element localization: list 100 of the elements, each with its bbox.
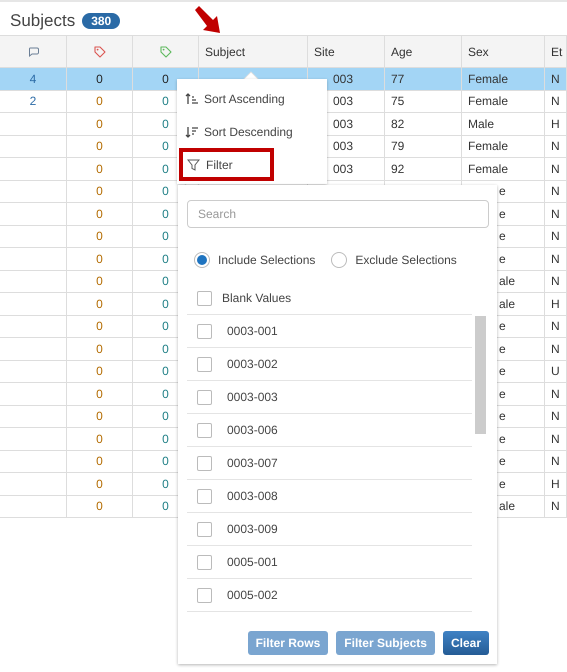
- table-cell: 0: [162, 162, 169, 176]
- table-cell: N: [551, 72, 560, 86]
- table-cell: H: [551, 476, 560, 491]
- table-cell: e: [499, 432, 506, 446]
- table-cell: N: [551, 342, 560, 356]
- column-header[interactable]: Subject: [205, 44, 246, 58]
- table-cell: ale: [499, 499, 516, 514]
- table-cell: 0: [96, 252, 103, 266]
- checkbox[interactable]: [197, 324, 212, 338]
- table-cell: 003: [333, 139, 354, 154]
- table-cell: 92: [391, 162, 404, 176]
- table-cell: 0: [96, 229, 103, 244]
- table-cell: N: [551, 206, 560, 221]
- column-header[interactable]: Sex: [468, 44, 489, 58]
- option-label: 0003-002: [227, 357, 278, 371]
- option-label: 0005-002: [227, 588, 278, 602]
- table-cell: Female: [468, 139, 508, 154]
- scrollbar[interactable]: [475, 316, 486, 434]
- search-field[interactable]: Search: [187, 200, 489, 228]
- radio-button[interactable]: [331, 252, 348, 268]
- table-cell: 0: [96, 206, 103, 221]
- table-cell: H: [551, 296, 560, 311]
- table-cell: Female: [468, 72, 508, 86]
- table-cell: N: [551, 454, 560, 468]
- table-cell: N: [551, 162, 560, 176]
- option-label: 0003-003: [227, 390, 278, 404]
- column-header[interactable]: Site: [314, 44, 335, 58]
- table-cell: 0: [162, 296, 169, 311]
- table-cell: 0: [162, 476, 169, 491]
- table-cell: e: [499, 476, 506, 491]
- radio-option[interactable]: Include Selections: [194, 252, 316, 268]
- table-cell: 0: [162, 252, 169, 266]
- column-header[interactable]: Age: [391, 44, 412, 58]
- table-cell: U: [551, 364, 560, 378]
- sort-ascending-icon: [185, 92, 198, 104]
- table-cell: e: [499, 386, 506, 401]
- checkbox[interactable]: [197, 356, 212, 372]
- table-cell: 0: [96, 342, 103, 356]
- table-cell: 0: [96, 184, 103, 198]
- table-cell: 0: [162, 139, 169, 154]
- table-cell: N: [551, 229, 560, 244]
- checkbox[interactable]: [197, 488, 212, 504]
- table-cell: 0: [96, 476, 103, 491]
- table-cell: 0: [162, 116, 169, 131]
- checkbox[interactable]: [197, 290, 212, 306]
- table-cell: H: [551, 116, 560, 131]
- table-cell: 0: [96, 274, 103, 288]
- table-cell: 0: [96, 432, 103, 446]
- radio-button[interactable]: [194, 252, 210, 268]
- table-cell: 0: [162, 229, 169, 244]
- filter-icon: [187, 158, 200, 170]
- table-cell: 003: [333, 116, 354, 131]
- table-cell: e: [499, 319, 506, 334]
- comment-count[interactable]: 4: [30, 72, 36, 86]
- table-cell: ale: [499, 296, 516, 311]
- column-header[interactable]: Et: [551, 44, 562, 58]
- table-cell: 0: [96, 319, 103, 334]
- table-cell: e: [499, 409, 506, 424]
- checkbox[interactable]: [197, 422, 212, 438]
- table-cell: 0: [162, 72, 169, 86]
- table-cell: N: [551, 319, 560, 334]
- table-cell: 0: [96, 139, 103, 154]
- table-cell: Male: [468, 116, 494, 131]
- comment-count[interactable]: 2: [30, 94, 36, 108]
- option-label: 0003-007: [227, 456, 278, 470]
- checkbox[interactable]: [197, 390, 212, 404]
- table-cell: N: [551, 94, 560, 108]
- checkbox[interactable]: [197, 554, 212, 570]
- sort-descending-icon: [185, 126, 198, 138]
- table-cell: ale: [499, 274, 516, 288]
- table-cell: N: [551, 252, 560, 266]
- table-cell: e: [499, 229, 506, 244]
- table-cell: 0: [96, 296, 103, 311]
- option-label: 0005-001: [227, 555, 278, 569]
- table-cell: e: [499, 454, 506, 468]
- table-cell: 75: [391, 94, 404, 108]
- table-cell: 003: [333, 94, 354, 108]
- table-cell: 82: [391, 116, 404, 131]
- table-cell: e: [499, 342, 506, 356]
- checkbox[interactable]: [197, 588, 212, 602]
- menu-item[interactable]: Sort Descending: [177, 115, 327, 148]
- checkbox[interactable]: [197, 456, 212, 470]
- table-cell: 0: [96, 499, 103, 514]
- radio-option[interactable]: Exclude Selections: [331, 252, 457, 268]
- table-cell: 0: [162, 364, 169, 378]
- table-cell: 0: [96, 409, 103, 424]
- table-cell: N: [551, 274, 560, 288]
- option-label: 0003-001: [227, 324, 278, 338]
- table-cell: 0: [96, 386, 103, 401]
- action-button[interactable]: Clear: [442, 631, 489, 655]
- checkbox[interactable]: [197, 522, 212, 536]
- table-cell: 0: [162, 386, 169, 401]
- menu-item[interactable]: Sort Ascending: [177, 82, 327, 115]
- option-label: 0003-008: [227, 489, 278, 503]
- menu-item[interactable]: Filter: [179, 148, 274, 181]
- table-cell: 003: [333, 162, 354, 176]
- table-cell: 0: [96, 116, 103, 131]
- table-cell: 79: [391, 139, 404, 154]
- table-cell: 0: [162, 432, 169, 446]
- table-cell: 0: [96, 364, 103, 378]
